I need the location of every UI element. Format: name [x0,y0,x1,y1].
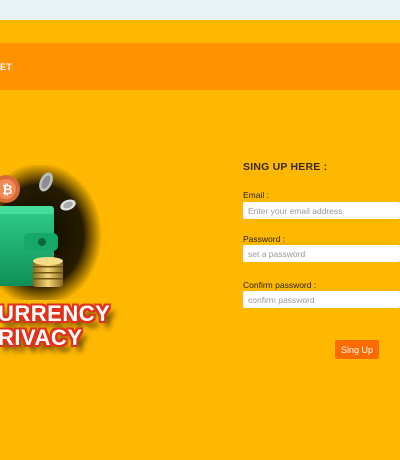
signup-title: SING UP HERE : [243,161,328,173]
confirm-password-label: Confirm password : [243,280,317,290]
browser-top-strip [0,0,400,20]
password-field[interactable] [243,245,400,262]
email-field[interactable] [243,202,400,219]
signup-button[interactable]: Sing Up [335,340,379,359]
confirm-password-field[interactable] [243,291,400,308]
svg-text:₿: ₿ [2,182,13,197]
wallet-icon: ₿ [0,165,102,300]
navbar [0,43,400,90]
brand-logo-text[interactable]: ET [0,62,14,72]
hero-illustration: ₿ URRENCY RIVACY [0,165,160,355]
email-label: Email : [243,190,269,200]
hero-headline-line1: URRENCY [0,301,111,326]
hero-headline-line2: RIVACY [0,325,83,350]
password-label: Password : [243,234,286,244]
coin-stack-icon [33,257,63,287]
